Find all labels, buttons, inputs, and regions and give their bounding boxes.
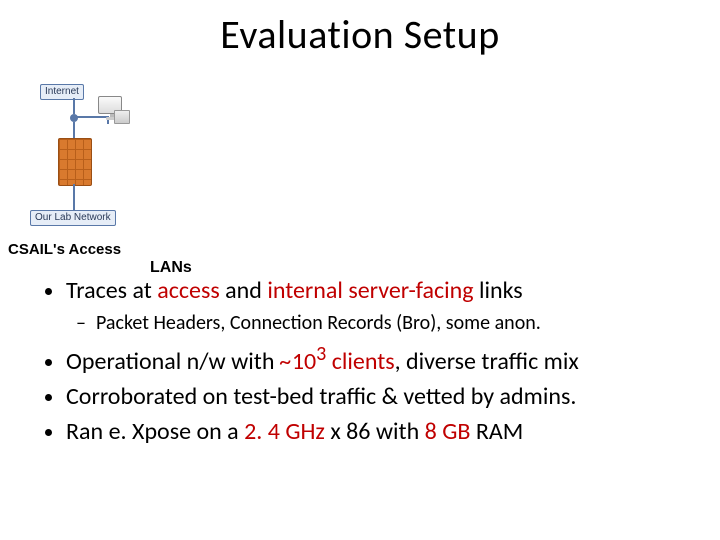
slide: Evaluation Setup Internet Our Lab Networ… bbox=[0, 0, 720, 540]
text: Traces at bbox=[66, 276, 157, 305]
highlight-internal: internal server-facing bbox=[267, 276, 473, 305]
link-line bbox=[73, 122, 75, 138]
sup: 3 bbox=[316, 342, 326, 366]
bullet-content: Traces at access and internal server-fac… bbox=[40, 276, 680, 451]
network-diagram: Internet Our Lab Network bbox=[30, 78, 160, 238]
slide-title: Evaluation Setup bbox=[0, 10, 720, 59]
text: , diverse traffic mix bbox=[395, 347, 579, 376]
computer-icon bbox=[98, 96, 130, 124]
highlight-access: access bbox=[157, 276, 220, 305]
num: 10 bbox=[292, 347, 316, 376]
lab-network-tag: Our Lab Network bbox=[30, 210, 116, 226]
text: and bbox=[220, 276, 268, 305]
bullet-4: Ran e. Xpose on a 2. 4 GHz x 86 with 8 G… bbox=[66, 417, 680, 448]
bullet-1: Traces at access and internal server-fac… bbox=[66, 276, 680, 336]
sub-bullet-1: Packet Headers, Connection Records (Bro)… bbox=[96, 311, 680, 337]
internet-tag: Internet bbox=[40, 84, 84, 100]
link-line bbox=[73, 98, 75, 114]
bullet-2: Operational n/w with ~103 clients, diver… bbox=[66, 342, 680, 378]
link-line bbox=[73, 184, 75, 210]
text: Operational n/w with bbox=[66, 347, 280, 376]
caption-lans: LANs bbox=[150, 259, 192, 277]
text: x 86 with bbox=[325, 417, 425, 446]
caption-access: CSAIL's Access bbox=[8, 241, 121, 258]
firewall-icon bbox=[58, 138, 92, 186]
highlight-clients: ~103 clients bbox=[280, 347, 395, 376]
text: clients bbox=[326, 347, 394, 376]
text: links bbox=[474, 276, 523, 305]
text: RAM bbox=[470, 417, 523, 446]
highlight-ram: 8 GB bbox=[425, 417, 471, 446]
highlight-cpu: 2. 4 GHz bbox=[244, 417, 325, 446]
text: Ran e. Xpose on a bbox=[66, 417, 244, 446]
tilde: ~ bbox=[280, 347, 292, 376]
bullet-3: Corroborated on test-bed traffic & vette… bbox=[66, 382, 680, 413]
